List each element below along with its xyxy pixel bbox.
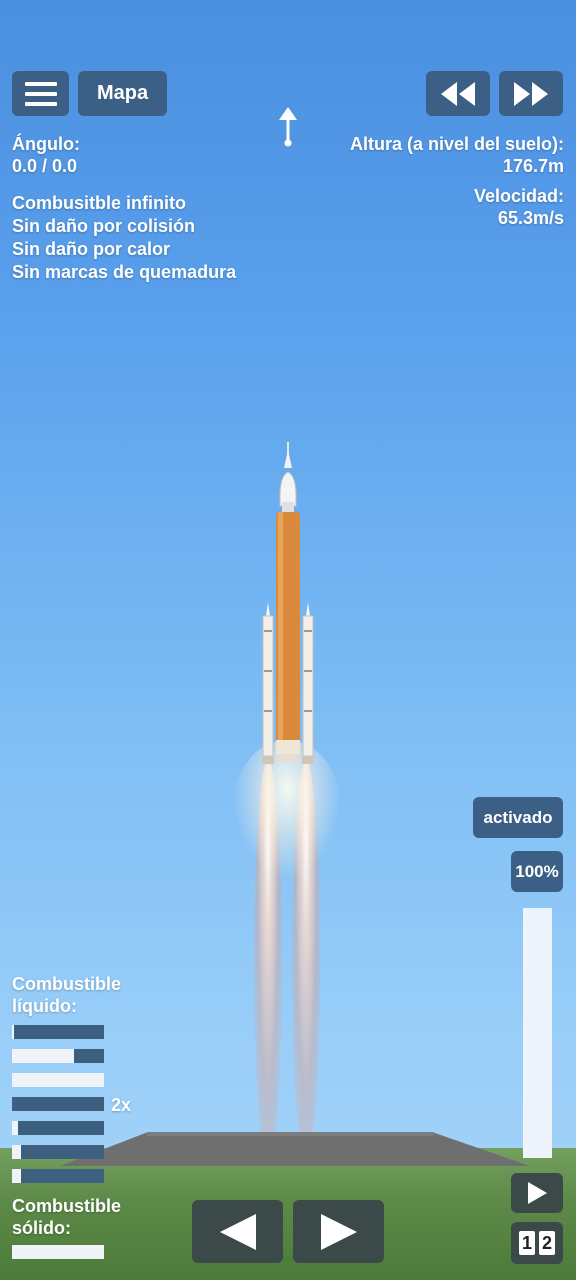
velocity-value: 65.3m/s	[497, 208, 564, 228]
throttle-activated-label: activado	[483, 807, 553, 827]
liquid-fuel-multiplier: 2x	[111, 1095, 132, 1115]
map-button[interactable]: Mapa	[78, 71, 167, 116]
velocity-label: Velocidad:	[473, 186, 564, 206]
liquid-fuel-label-line1: Combustible	[12, 974, 122, 994]
menu-button[interactable]	[12, 71, 69, 116]
angle-value: 0.0 / 0.0	[12, 156, 78, 176]
play-icon	[528, 1182, 547, 1204]
solid-fuel-bar	[12, 1245, 104, 1259]
throttle-slider-fill	[523, 908, 552, 1158]
liquid-fuel-bar	[12, 1025, 104, 1039]
rocket	[262, 442, 314, 764]
launch-pad	[60, 1132, 530, 1166]
right-triangle-icon	[320, 1213, 357, 1250]
liquid-fuel-bar	[12, 1121, 104, 1135]
rotate-right-button[interactable]	[293, 1200, 384, 1263]
liquid-fuel-bar	[12, 1073, 104, 1087]
liquid-fuel-bar-fill	[21, 1169, 104, 1183]
stage-number-2: 2	[539, 1231, 555, 1255]
liquid-fuel-label-line2: líquido:	[12, 996, 77, 1016]
liquid-fuel-bar	[12, 1049, 104, 1063]
stage-number-1: 1	[519, 1231, 535, 1255]
cheat-no-collision-damage: Sin daño por colisión	[12, 216, 196, 236]
liquid-fuel-bar	[12, 1145, 104, 1159]
rewind-icon	[441, 81, 475, 106]
rotate-left-button[interactable]	[192, 1200, 283, 1263]
angle-label: Ángulo:	[12, 134, 80, 154]
hamburger-menu-icon	[24, 81, 57, 106]
throttle-percent-badge: 100%	[511, 851, 563, 892]
liquid-fuel-bar-fill	[73, 1049, 104, 1063]
fast-forward-button[interactable]	[499, 71, 563, 116]
throttle-slider[interactable]	[523, 908, 552, 1158]
fast-forward-icon	[514, 81, 548, 106]
solid-fuel-label-line1: Combustible	[12, 1196, 122, 1216]
play-button[interactable]	[511, 1173, 563, 1213]
liquid-fuel-bar	[12, 1169, 104, 1183]
stage-selector-button[interactable]: 1 2	[511, 1222, 563, 1264]
altitude-value: 176.7m	[502, 156, 564, 176]
liquid-fuel-bar-fill	[18, 1121, 104, 1135]
rewind-button[interactable]	[426, 71, 490, 116]
throttle-percent-label: 100%	[515, 861, 559, 881]
throttle-activated-button[interactable]: activado	[473, 797, 563, 838]
map-button-label: Mapa	[96, 82, 149, 104]
liquid-fuel-bar-fill	[12, 1097, 104, 1111]
solid-fuel-label-line2: sólido:	[12, 1218, 71, 1238]
cheat-no-heat-damage: Sin daño por calor	[12, 239, 171, 259]
left-triangle-icon	[219, 1213, 256, 1250]
altitude-label: Altura (a nivel del suelo):	[349, 134, 564, 154]
liquid-fuel-bar-fill	[21, 1145, 104, 1159]
cheat-no-burn-marks: Sin marcas de quemadura	[12, 262, 237, 282]
liquid-fuel-bar-fill	[13, 1025, 104, 1039]
up-arrow-icon	[279, 107, 297, 147]
cheat-infinite-fuel: Combusitble infinito	[12, 193, 186, 213]
liquid-fuel-bar	[12, 1097, 104, 1111]
